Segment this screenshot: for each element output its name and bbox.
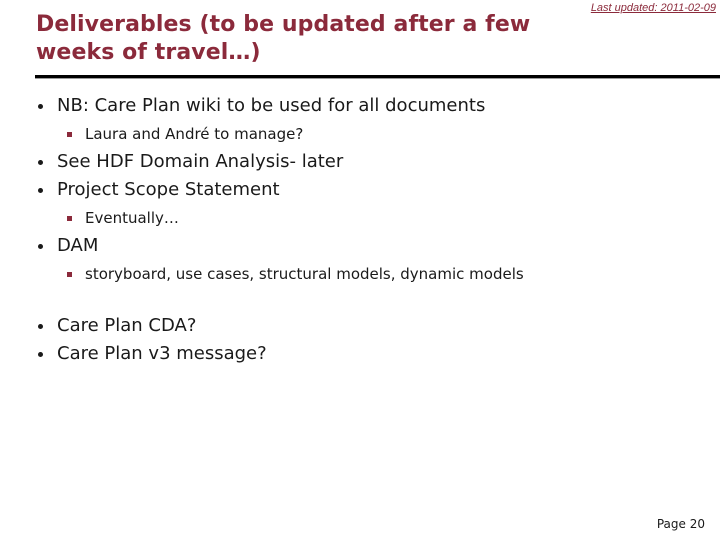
sub-bullet-item: storyboard, use cases, structural models… [36, 260, 696, 288]
bullet-text: DAM [57, 235, 99, 256]
square-bullet-icon [67, 216, 72, 221]
bullet-item: Care Plan CDA? [36, 312, 696, 340]
bullet-list: NB: Care Plan wiki to be used for all do… [36, 92, 696, 368]
bullet-dot-icon [38, 160, 43, 165]
sub-bullet-text: Eventually… [85, 209, 179, 227]
slide-content: NB: Care Plan wiki to be used for all do… [36, 92, 696, 368]
bullet-text: See HDF Domain Analysis- later [57, 151, 344, 172]
sub-bullet-list: Laura and André to manage? [36, 120, 696, 148]
sub-bullet-text: storyboard, use cases, structural models… [85, 265, 524, 283]
bullet-text: NB: Care Plan wiki to be used for all do… [57, 95, 486, 116]
bullet-dot-icon [38, 324, 43, 329]
bullet-item: See HDF Domain Analysis- later [36, 148, 696, 176]
bullet-dot-icon [38, 104, 43, 109]
slide-title: Deliverables (to be updated after a few … [36, 12, 531, 65]
bullet-text: Care Plan CDA? [57, 315, 197, 336]
square-bullet-icon [67, 132, 72, 137]
bullet-text: Care Plan v3 message? [57, 343, 267, 364]
blank-line [36, 288, 696, 312]
bullet-dot-icon [38, 244, 43, 249]
sub-bullet-list: storyboard, use cases, structural models… [36, 260, 696, 288]
last-updated-link[interactable]: Last updated: 2011-02-09 [591, 2, 716, 14]
bullet-item: DAM [36, 232, 696, 260]
bullet-item: Care Plan v3 message? [36, 340, 696, 368]
bullet-item: NB: Care Plan wiki to be used for all do… [36, 92, 696, 120]
sub-bullet-item: Laura and André to manage? [36, 120, 696, 148]
square-bullet-icon [67, 272, 72, 277]
page-number: Page 20 [656, 517, 705, 531]
title-divider [35, 75, 720, 79]
bullet-text: Project Scope Statement [57, 179, 280, 200]
sub-bullet-list: Eventually… [36, 204, 696, 232]
sub-bullet-text: Laura and André to manage? [85, 125, 304, 143]
bullet-dot-icon [38, 188, 43, 193]
sub-bullet-item: Eventually… [36, 204, 696, 232]
bullet-dot-icon [38, 352, 43, 357]
bullet-item: Project Scope Statement [36, 176, 696, 204]
